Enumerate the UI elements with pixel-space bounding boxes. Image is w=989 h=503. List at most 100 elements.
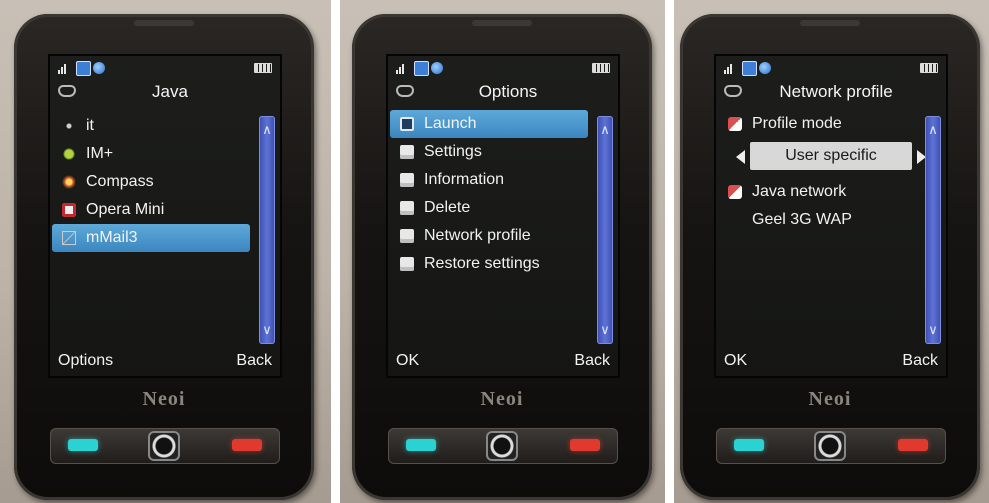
phone-photo-network-profile: Network profile Profile mode User specif… — [674, 0, 989, 503]
list-item-implus[interactable]: IM+ — [56, 140, 250, 168]
scroll-up-arrow-icon[interactable]: ∧ — [597, 122, 613, 138]
scrollbar[interactable]: ∧ ∨ — [597, 116, 613, 344]
globe-icon — [93, 62, 105, 74]
softkey-back[interactable]: Back — [902, 352, 938, 370]
phone-body: Network profile Profile mode User specif… — [680, 14, 980, 500]
list-item-label: mMail3 — [86, 229, 138, 246]
softkey-back[interactable]: Back — [236, 352, 272, 370]
hardware-button-bar — [388, 428, 618, 464]
nav-key[interactable] — [814, 431, 846, 461]
phone-photo-java: Java it IM+ Compass Opera Mini mMail3 ∧ … — [0, 0, 331, 503]
scroll-down-arrow-icon[interactable]: ∨ — [925, 322, 941, 338]
globe-icon — [759, 62, 771, 74]
list-item-label: Compass — [86, 173, 154, 190]
eye-icon — [62, 147, 76, 161]
phone-screen: Java it IM+ Compass Opera Mini mMail3 ∧ … — [50, 56, 280, 376]
menu-item-information[interactable]: Information — [394, 166, 588, 194]
scroll-up-arrow-icon[interactable]: ∧ — [925, 122, 941, 138]
menu-item-network-profile[interactable]: Network profile — [394, 222, 588, 250]
end-call-key-icon[interactable] — [898, 439, 928, 451]
phone-screen: Network profile Profile mode User specif… — [716, 56, 946, 376]
menu-icon — [400, 173, 414, 187]
call-key-icon[interactable] — [734, 439, 764, 451]
softkey-bar: OK Back — [388, 348, 618, 376]
list-item-label: Opera Mini — [86, 201, 165, 218]
menu-item-delete[interactable]: Delete — [394, 194, 588, 222]
brand-logo: Neoi — [808, 388, 852, 410]
java-network-section: Java network Geel 3G WAP — [722, 178, 916, 234]
list-item-compass[interactable]: Compass — [56, 168, 250, 196]
phone-screen: Options Launch Settings Information Dele… — [388, 56, 618, 376]
scroll-up-arrow-icon[interactable]: ∧ — [259, 122, 275, 138]
arrow-left-icon[interactable] — [736, 150, 745, 164]
java-network-value-row[interactable]: Geel 3G WAP — [722, 206, 916, 234]
end-call-key-icon[interactable] — [232, 439, 262, 451]
scrollbar[interactable]: ∧ ∨ — [925, 116, 941, 344]
opera-icon — [62, 203, 76, 217]
call-key-icon[interactable] — [68, 439, 98, 451]
list-item-label: it — [86, 117, 94, 134]
java-status-icon — [76, 61, 91, 76]
screen-title: Network profile — [779, 82, 893, 101]
battery-icon — [254, 63, 272, 73]
profile-mode-value[interactable]: User specific — [750, 142, 912, 170]
scrollbar[interactable]: ∧ ∨ — [259, 116, 275, 344]
speaker-grille — [134, 20, 194, 26]
softkey-ok[interactable]: OK — [396, 352, 419, 370]
softkey-back[interactable]: Back — [574, 352, 610, 370]
menu-item-label: Settings — [424, 143, 482, 160]
scroll-down-arrow-icon[interactable]: ∨ — [259, 322, 275, 338]
phone-photo-options: Options Launch Settings Information Dele… — [340, 0, 665, 503]
launch-icon — [400, 117, 414, 131]
status-bar — [722, 60, 940, 76]
menu-item-launch[interactable]: Launch — [390, 110, 588, 138]
globe-icon — [431, 62, 443, 74]
screen-title: Options — [478, 82, 538, 101]
list-item-label: IM+ — [86, 145, 114, 162]
end-call-key-icon[interactable] — [570, 439, 600, 451]
compass-icon — [62, 175, 76, 189]
profile-mode-label: Profile mode — [752, 115, 842, 132]
menu-item-label: Launch — [424, 115, 477, 132]
battery-icon — [592, 63, 610, 73]
profile-mode-selector[interactable]: User specific — [736, 142, 926, 170]
speaker-grille — [472, 20, 532, 26]
signal-icon — [58, 62, 72, 74]
dot-icon — [62, 119, 76, 133]
nav-key[interactable] — [148, 431, 180, 461]
list-item-it[interactable]: it — [56, 112, 250, 140]
list-item-opera-mini[interactable]: Opera Mini — [56, 196, 250, 224]
menu-icon — [400, 145, 414, 159]
softkey-options[interactable]: Options — [58, 352, 113, 370]
status-bar — [56, 60, 274, 76]
softkey-ok[interactable]: OK — [724, 352, 747, 370]
title-bar: Java — [50, 80, 280, 104]
brand-logo: Neoi — [480, 388, 524, 410]
scroll-down-arrow-icon[interactable]: ∨ — [597, 322, 613, 338]
gamepad-icon — [724, 85, 742, 97]
screen-title: Java — [152, 82, 188, 101]
speaker-grille — [800, 20, 860, 26]
phone-body: Java it IM+ Compass Opera Mini mMail3 ∧ … — [14, 14, 314, 500]
java-network-label-row: Java network — [722, 178, 916, 206]
signal-icon — [396, 62, 410, 74]
menu-item-restore-settings[interactable]: Restore settings — [394, 250, 588, 278]
phone-body: Options Launch Settings Information Dele… — [352, 14, 652, 500]
battery-icon — [920, 63, 938, 73]
gamepad-icon — [396, 85, 414, 97]
menu-item-settings[interactable]: Settings — [394, 138, 588, 166]
status-bar — [394, 60, 612, 76]
profile-icon — [728, 185, 742, 199]
mail-icon — [62, 231, 76, 245]
list-item-mmail3[interactable]: mMail3 — [52, 224, 250, 252]
softkey-bar: OK Back — [716, 348, 946, 376]
gamepad-icon — [58, 85, 76, 97]
network-profile-form: Profile mode — [722, 110, 916, 138]
nav-key[interactable] — [486, 431, 518, 461]
java-network-label: Java network — [752, 183, 847, 200]
java-network-value: Geel 3G WAP — [752, 211, 852, 228]
menu-item-label: Delete — [424, 199, 471, 216]
hardware-button-bar — [50, 428, 280, 464]
menu-icon — [400, 229, 414, 243]
call-key-icon[interactable] — [406, 439, 436, 451]
